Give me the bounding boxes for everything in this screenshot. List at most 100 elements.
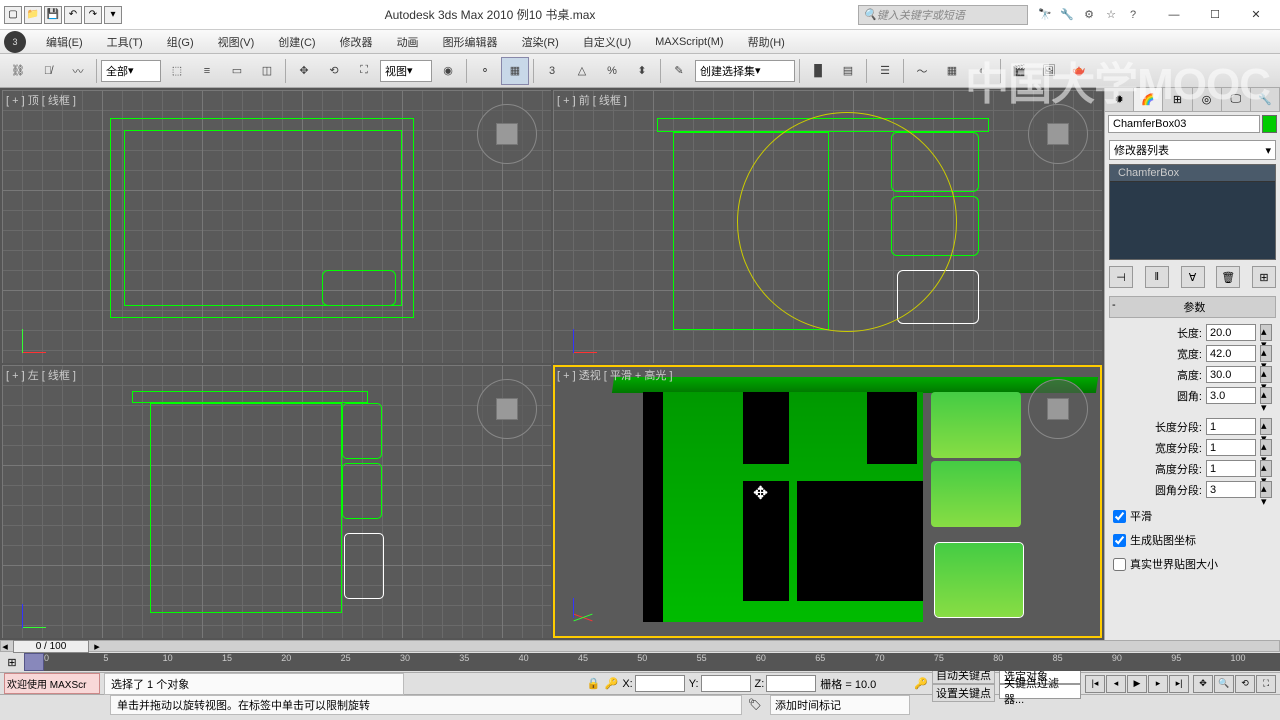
- check-生成贴图坐标[interactable]: 生成贴图坐标: [1113, 530, 1272, 550]
- menu-animation[interactable]: 动画: [385, 31, 431, 53]
- link-icon[interactable]: ⛓: [4, 57, 32, 85]
- tab-motion[interactable]: ◎: [1193, 88, 1222, 111]
- stack-item-chamferbox[interactable]: ChamferBox: [1110, 165, 1275, 182]
- nav-zoom-icon[interactable]: 🔍: [1214, 675, 1234, 693]
- check-平滑[interactable]: 平滑: [1113, 506, 1272, 526]
- pin-stack-icon[interactable]: ⊣: [1109, 266, 1133, 288]
- mirror-icon[interactable]: ▐▌: [804, 57, 832, 85]
- unique-icon[interactable]: ∀: [1181, 266, 1205, 288]
- spinner-icon[interactable]: ▴▾: [1260, 366, 1272, 383]
- viewport-perspective[interactable]: [ + ] 透视 [ 平滑 + 高光 ] ✥: [553, 365, 1102, 638]
- new-icon[interactable]: ▢: [4, 6, 22, 24]
- help-icon[interactable]: ?: [1124, 6, 1142, 24]
- angle-snap-icon[interactable]: △: [568, 57, 596, 85]
- key-icon[interactable]: 🔑: [605, 677, 619, 690]
- viewport-top[interactable]: [ + ] 顶 [ 线框 ]: [2, 90, 551, 363]
- menu-tools[interactable]: 工具(T): [95, 31, 155, 53]
- search-input[interactable]: 🔍 键入关键字或短语: [858, 5, 1028, 25]
- scroll-right-icon[interactable]: ▸: [93, 640, 101, 653]
- redo-icon[interactable]: ↷: [84, 6, 102, 24]
- app-icon[interactable]: 3: [4, 31, 26, 53]
- setkey-button[interactable]: 设置关键点: [932, 684, 995, 702]
- minimize-button[interactable]: —: [1154, 3, 1194, 27]
- undo-icon[interactable]: ↶: [64, 6, 82, 24]
- menu-edit[interactable]: 编辑(E): [34, 31, 95, 53]
- open-icon[interactable]: 📁: [24, 6, 42, 24]
- menu-grapheditors[interactable]: 图形编辑器: [431, 31, 510, 53]
- prev-frame-icon[interactable]: ◂: [1106, 675, 1126, 693]
- menu-rendering[interactable]: 渲染(R): [510, 31, 571, 53]
- render-icon[interactable]: 🫖: [1065, 57, 1093, 85]
- modifier-list-dd[interactable]: 修改器列表▾: [1109, 140, 1276, 160]
- menu-group[interactable]: 组(G): [155, 31, 206, 53]
- params-header[interactable]: -参数: [1109, 296, 1276, 318]
- tag-icon[interactable]: 🏷: [748, 698, 764, 711]
- tab-modify[interactable]: 🌈: [1134, 88, 1163, 111]
- param-input[interactable]: [1206, 366, 1256, 383]
- selection-filter-dd[interactable]: 全部 ▾: [101, 60, 161, 82]
- menu-modifiers[interactable]: 修改器: [328, 31, 385, 53]
- menu-help[interactable]: 帮助(H): [736, 31, 797, 53]
- percent-snap-icon[interactable]: %: [598, 57, 626, 85]
- nav-max-icon[interactable]: ⛶: [1256, 675, 1276, 693]
- rotate-icon[interactable]: ⟲: [320, 57, 348, 85]
- spinner-icon[interactable]: ▴▾: [1260, 418, 1272, 435]
- scale-icon[interactable]: ⛶: [350, 57, 378, 85]
- binoculars-icon[interactable]: 🔭: [1036, 6, 1054, 24]
- param-input[interactable]: [1206, 418, 1256, 435]
- show-end-icon[interactable]: ‖: [1145, 266, 1169, 288]
- select-icon[interactable]: ⬚: [163, 57, 191, 85]
- bind-icon[interactable]: 〰: [64, 57, 92, 85]
- render-setup-icon[interactable]: 🎬: [1005, 57, 1033, 85]
- object-name-input[interactable]: [1108, 115, 1260, 133]
- goto-end-icon[interactable]: ▸|: [1169, 675, 1189, 693]
- timeline-ruler[interactable]: 0510152025303540455055606570758085909510…: [44, 653, 1280, 671]
- star-icon[interactable]: ☆: [1102, 6, 1120, 24]
- rect-select-icon[interactable]: ▭: [223, 57, 251, 85]
- menu-create[interactable]: 创建(C): [266, 31, 327, 53]
- nav-pan-icon[interactable]: ✥: [1193, 675, 1213, 693]
- configure-icon[interactable]: ⊞: [1252, 266, 1276, 288]
- move-icon[interactable]: ✥: [290, 57, 318, 85]
- spinner-icon[interactable]: ▴▾: [1260, 439, 1272, 456]
- select-name-icon[interactable]: ≡: [193, 57, 221, 85]
- viewcube-icon[interactable]: [477, 379, 537, 439]
- coord-y-input[interactable]: [701, 675, 751, 692]
- scroll-left-icon[interactable]: ◂: [1, 640, 9, 653]
- material-icon[interactable]: ◐: [968, 57, 996, 85]
- viewcube-icon[interactable]: [1028, 104, 1088, 164]
- menu-maxscript[interactable]: MAXScript(M): [643, 31, 735, 53]
- remove-mod-icon[interactable]: 🗑: [1216, 266, 1240, 288]
- object-color-swatch[interactable]: [1262, 115, 1277, 133]
- modifier-stack[interactable]: ChamferBox: [1109, 164, 1276, 260]
- spinner-icon[interactable]: ▴▾: [1260, 460, 1272, 477]
- close-button[interactable]: ✕: [1236, 3, 1276, 27]
- param-input[interactable]: [1206, 481, 1256, 498]
- refcoord-dd[interactable]: 视图 ▾: [380, 60, 432, 82]
- next-frame-icon[interactable]: ▸: [1148, 675, 1168, 693]
- timeconfig-icon[interactable]: ⊞: [0, 656, 24, 669]
- viewport-left[interactable]: [ + ] 左 [ 线框 ]: [2, 365, 551, 638]
- qat-dd-icon[interactable]: ▾: [104, 6, 122, 24]
- keyfilter-btn[interactable]: 关键点过滤器...: [999, 684, 1081, 699]
- param-input[interactable]: [1206, 387, 1256, 404]
- help2-icon[interactable]: ⚙: [1080, 6, 1098, 24]
- curve-editor-icon[interactable]: 〜: [908, 57, 936, 85]
- align-icon[interactable]: ▤: [834, 57, 862, 85]
- manip-icon[interactable]: ⚬: [471, 57, 499, 85]
- tab-hierarchy[interactable]: ⊞: [1163, 88, 1192, 111]
- coord-z-input[interactable]: [766, 675, 816, 692]
- layers-icon[interactable]: ☰: [871, 57, 899, 85]
- goto-start-icon[interactable]: |◂: [1085, 675, 1105, 693]
- named-sel-icon[interactable]: ✎: [665, 57, 693, 85]
- wrench-icon[interactable]: 🔧: [1058, 6, 1076, 24]
- tab-utilities[interactable]: 🔧: [1251, 88, 1280, 111]
- tab-create[interactable]: ✹: [1105, 88, 1134, 111]
- unlink-icon[interactable]: ⛓̸: [34, 57, 62, 85]
- spinner-icon[interactable]: ▴▾: [1260, 345, 1272, 362]
- coord-x-input[interactable]: [635, 675, 685, 692]
- spinner-icon[interactable]: ▴▾: [1260, 387, 1272, 404]
- spinner-icon[interactable]: ▴▾: [1260, 324, 1272, 341]
- check-真实世界贴图大小[interactable]: 真实世界贴图大小: [1113, 554, 1272, 574]
- rendered-frame-icon[interactable]: 🖼: [1035, 57, 1063, 85]
